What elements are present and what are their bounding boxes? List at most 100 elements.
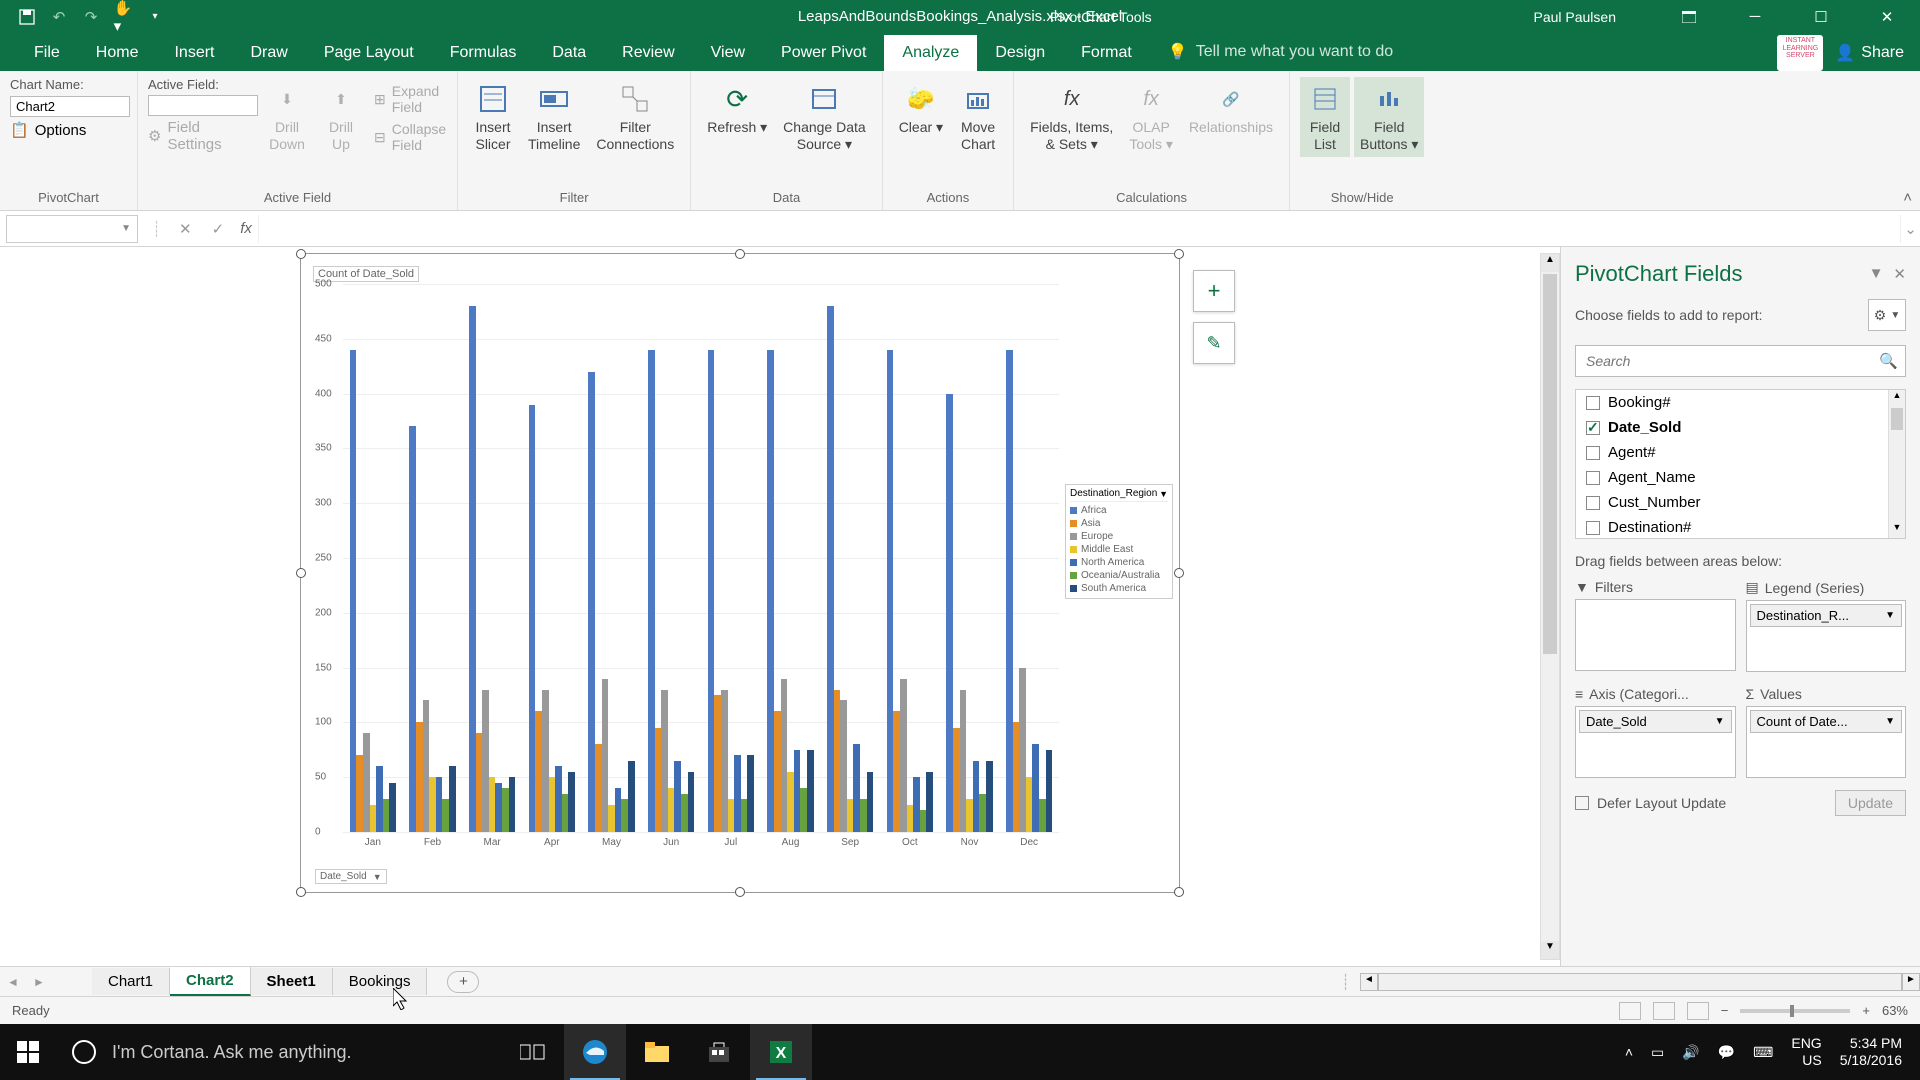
field-checkbox[interactable] — [1586, 521, 1600, 535]
close-button[interactable]: ✕ — [1864, 0, 1910, 33]
scroll-thumb[interactable] — [1891, 408, 1903, 430]
chart-bar[interactable] — [562, 794, 569, 832]
axis-area[interactable]: Date_Sold▼ — [1575, 706, 1736, 778]
tab-review[interactable]: Review — [604, 35, 692, 71]
chart-plot-area[interactable]: Count of Date_Sold 050100150200250300350… — [313, 264, 1059, 862]
tell-me-search[interactable]: 💡Tell me what you want to do — [1150, 33, 1411, 71]
chart-bar[interactable] — [860, 799, 867, 832]
tab-draw[interactable]: Draw — [232, 35, 305, 71]
chart-bar[interactable] — [787, 772, 794, 832]
chart-bar[interactable] — [834, 690, 841, 832]
chart-bar[interactable] — [655, 728, 662, 832]
chart-bar[interactable] — [926, 772, 933, 832]
sheet-tab-bookings[interactable]: Bookings — [333, 968, 428, 995]
resize-handle[interactable] — [296, 249, 306, 259]
sheet-nav-next[interactable]: ► — [26, 975, 52, 989]
zoom-slider[interactable] — [1740, 1009, 1850, 1013]
vertical-scrollbar[interactable]: ▲ ▼ — [1540, 253, 1560, 960]
field-checkbox[interactable] — [1586, 421, 1600, 435]
tab-view[interactable]: View — [693, 35, 763, 71]
tab-page-layout[interactable]: Page Layout — [306, 35, 432, 71]
field-list-item[interactable]: Cust_Number — [1576, 490, 1905, 515]
tab-design[interactable]: Design — [977, 35, 1063, 71]
field-list-item[interactable]: Destination# — [1576, 515, 1905, 539]
chart-bar[interactable] — [774, 711, 781, 832]
chart-bar[interactable] — [489, 777, 496, 832]
zoom-out-button[interactable]: − — [1721, 1003, 1729, 1018]
chart-bar[interactable] — [628, 761, 635, 832]
chart-bar[interactable] — [1006, 350, 1013, 832]
resize-handle[interactable] — [1174, 568, 1184, 578]
scroll-left-button[interactable]: ◄ — [1360, 973, 1378, 991]
search-icon[interactable]: 🔍 — [1879, 352, 1898, 370]
legend-item[interactable]: Asia — [1070, 517, 1168, 530]
chart-bar[interactable] — [509, 777, 516, 832]
chevron-down-icon[interactable]: ▼ — [1715, 716, 1725, 727]
resize-handle[interactable] — [296, 887, 306, 897]
insert-timeline-button[interactable]: Insert Timeline — [522, 77, 586, 157]
chart-bar[interactable] — [436, 777, 443, 832]
pane-layout-button[interactable]: ⚙▼ — [1868, 299, 1906, 331]
chevron-down-icon[interactable]: ▼ — [121, 223, 131, 234]
chart-bar[interactable] — [350, 350, 357, 832]
chart-bar[interactable] — [979, 794, 986, 832]
expand-formula-bar-icon[interactable]: ⌄ — [1900, 215, 1920, 243]
chevron-down-icon[interactable]: ▼ — [1885, 716, 1895, 727]
touch-icon[interactable]: ✋▾ — [114, 8, 132, 26]
chart-bar[interactable] — [555, 766, 562, 832]
active-field-input[interactable] — [148, 95, 258, 116]
scroll-down-icon[interactable]: ▼ — [1889, 522, 1905, 538]
chart-bar[interactable] — [913, 777, 920, 832]
chart-bar[interactable] — [907, 805, 914, 832]
fx-icon[interactable]: fx — [234, 220, 258, 237]
save-icon[interactable] — [18, 8, 36, 26]
chart-bar[interactable] — [900, 679, 907, 832]
legend-item[interactable]: Africa — [1070, 504, 1168, 517]
chevron-down-icon[interactable]: ▼ — [373, 872, 382, 882]
formula-input[interactable] — [258, 215, 1900, 243]
axis-field-button[interactable]: Date_Sold▼ — [315, 869, 387, 884]
addin-logo[interactable]: INSTANT LEARNING SERVER — [1777, 35, 1823, 71]
pane-options-icon[interactable]: ▼ — [1869, 265, 1884, 283]
sheet-nav-prev[interactable]: ◄ — [0, 975, 26, 989]
field-checkbox[interactable] — [1586, 446, 1600, 460]
new-sheet-button[interactable]: + — [447, 971, 479, 993]
chart-bar[interactable] — [960, 690, 967, 832]
move-chart-button[interactable]: Move Chart — [953, 77, 1003, 157]
chart-bar[interactable] — [1026, 777, 1033, 832]
tray-clock[interactable]: 5:34 PM5/18/2016 — [1840, 1035, 1902, 1069]
chart-bar[interactable] — [973, 761, 980, 832]
chart-bar[interactable] — [807, 750, 814, 832]
pivot-chart-object[interactable]: + ✎ Count of Date_Sold 05010015020025030… — [300, 253, 1180, 893]
chart-legend[interactable]: Destination_Region▼ AfricaAsiaEuropeMidd… — [1065, 484, 1173, 599]
legend-item[interactable]: North America — [1070, 556, 1168, 569]
action-center-icon[interactable]: 💬 — [1718, 1044, 1735, 1061]
resize-handle[interactable] — [1174, 249, 1184, 259]
filters-area[interactable] — [1575, 599, 1736, 671]
chart-bar[interactable] — [482, 690, 489, 832]
tab-home[interactable]: Home — [78, 35, 157, 71]
cortana-icon[interactable] — [56, 1024, 112, 1080]
battery-icon[interactable]: ▭ — [1651, 1044, 1664, 1061]
chart-bar[interactable] — [1039, 799, 1046, 832]
undo-icon[interactable]: ↶ — [50, 8, 68, 26]
resize-handle[interactable] — [296, 568, 306, 578]
field-checkbox[interactable] — [1586, 496, 1600, 510]
chart-bar[interactable] — [423, 700, 430, 832]
taskbar-app-edge[interactable] — [564, 1024, 626, 1080]
chart-bar[interactable] — [840, 700, 847, 832]
volume-icon[interactable]: 🔊 — [1682, 1044, 1699, 1061]
chart-bar[interactable] — [356, 755, 363, 832]
scroll-down-button[interactable]: ▼ — [1541, 941, 1559, 959]
insert-slicer-button[interactable]: Insert Slicer — [468, 77, 518, 157]
sheet-tab-sheet1[interactable]: Sheet1 — [251, 968, 333, 995]
redo-icon[interactable]: ↷ — [82, 8, 100, 26]
chart-bar[interactable] — [767, 350, 774, 832]
field-list-item[interactable]: Booking# — [1576, 390, 1905, 415]
chart-bar[interactable] — [469, 306, 476, 832]
chart-bar[interactable] — [887, 350, 894, 832]
axis-field-pill[interactable]: Date_Sold▼ — [1579, 710, 1732, 733]
chart-bar[interactable] — [966, 799, 973, 832]
tray-expand-icon[interactable]: ˄ — [1625, 1044, 1633, 1060]
chart-bar[interactable] — [529, 405, 536, 832]
